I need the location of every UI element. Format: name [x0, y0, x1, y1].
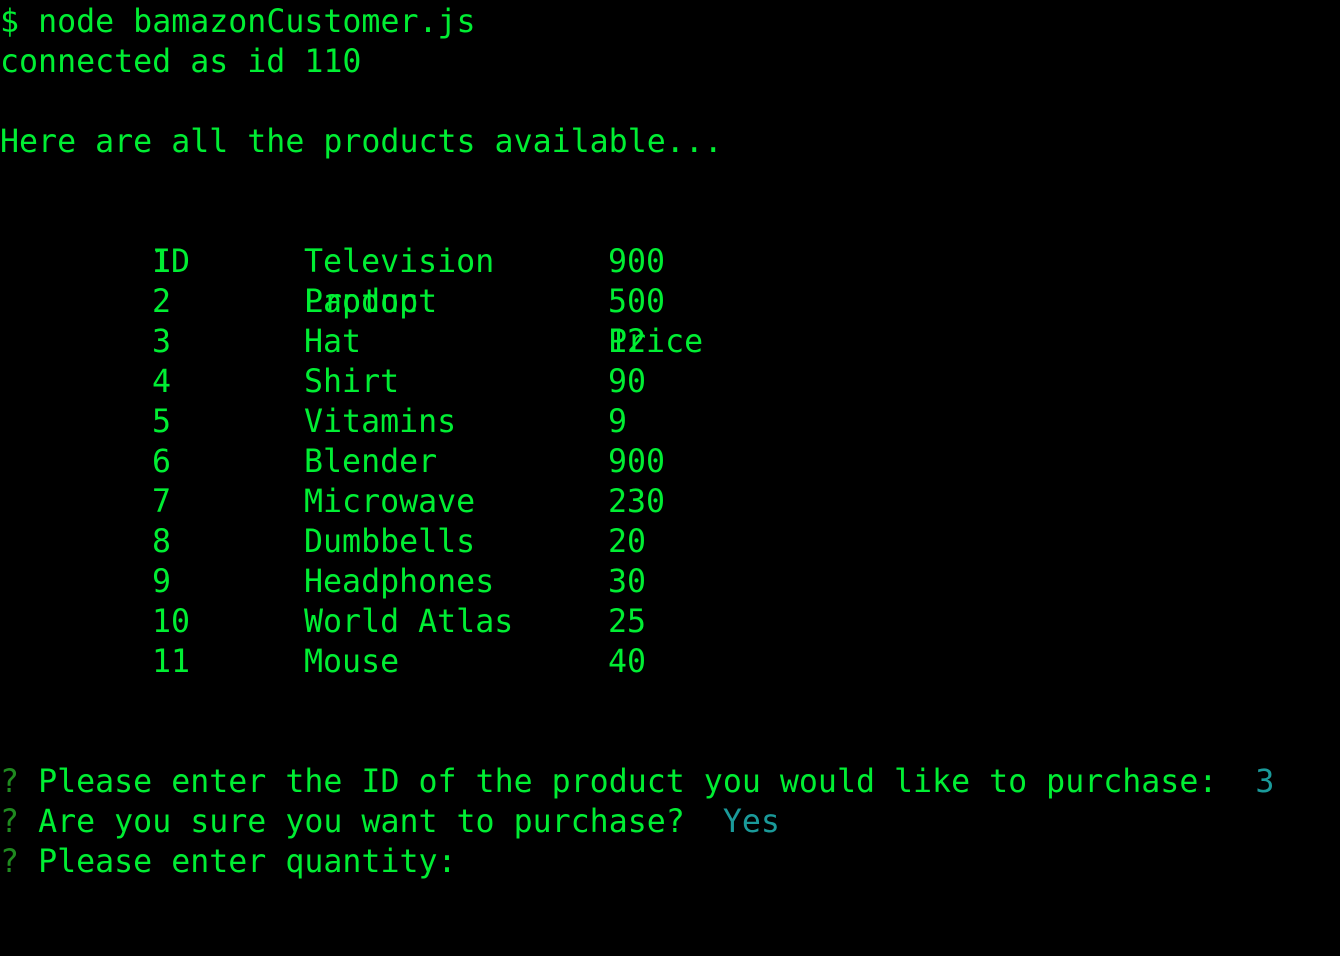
table-header-row: ID Product Price: [0, 202, 703, 360]
terminal-window[interactable]: $ node bamazonCustomer.js connected as i…: [0, 0, 1340, 956]
cell-price: 25: [608, 604, 647, 640]
cell-price: 500: [608, 284, 666, 320]
prompt-question: Please enter quantity:: [38, 844, 457, 880]
cell-id: 4: [152, 364, 172, 400]
cell-product: Hat: [304, 324, 362, 360]
cell-price: 900: [608, 244, 666, 280]
cell-product: Microwave: [304, 484, 476, 520]
cell-id: 10: [152, 604, 191, 640]
cell-price: 30: [608, 564, 647, 600]
cell-price: 90: [608, 364, 647, 400]
cell-product: Television: [304, 244, 495, 280]
cell-price: 900: [608, 444, 666, 480]
cell-id: 7: [152, 484, 172, 520]
prompt-symbol: $: [0, 4, 20, 40]
prompt-question: Are you sure you want to purchase?: [38, 804, 685, 840]
cell-product: World Atlas: [304, 604, 514, 640]
prompt-line-id: ? Please enter the ID of the product you…: [0, 762, 1274, 802]
prompt-answer: 3: [1255, 764, 1275, 800]
question-marker: ?: [0, 764, 20, 800]
cell-price: 12: [608, 324, 647, 360]
command-line: $ node bamazonCustomer.js: [0, 2, 476, 42]
prompt-line-quantity[interactable]: ? Please enter quantity:: [0, 842, 476, 882]
cell-product: Shirt: [304, 364, 400, 400]
cell-product: Blender: [304, 444, 438, 480]
cell-price: 20: [608, 524, 647, 560]
products-table: ID Product Price 1 Television 900 2 Laptop 50…: [0, 244, 1340, 680]
cell-product: Laptop: [304, 284, 419, 320]
prompt-question: Please enter the ID of the product you w…: [38, 764, 1218, 800]
connection-line: connected as id 110: [0, 44, 362, 80]
cell-id: 1: [152, 244, 172, 280]
cell-id: 11: [152, 644, 191, 680]
cell-id: 3: [152, 324, 172, 360]
cell-id: 5: [152, 404, 172, 440]
command-text: node bamazonCustomer.js: [38, 4, 476, 40]
cell-price: 9: [608, 404, 628, 440]
cell-product: Dumbbells: [304, 524, 476, 560]
cell-id: 8: [152, 524, 172, 560]
question-marker: ?: [0, 844, 20, 880]
cell-id: 6: [152, 444, 172, 480]
cell-product: Mouse: [304, 644, 400, 680]
cell-price: 230: [608, 484, 666, 520]
cell-product: Headphones: [304, 564, 495, 600]
question-marker: ?: [0, 804, 20, 840]
cell-product: Vitamins: [304, 404, 457, 440]
cell-id: 2: [152, 284, 172, 320]
intro-line: Here are all the products available...: [0, 124, 723, 160]
prompt-answer: Yes: [722, 804, 780, 840]
prompt-line-confirm: ? Are you sure you want to purchase? Yes: [0, 802, 780, 842]
cell-price: 40: [608, 644, 647, 680]
cell-id: 9: [152, 564, 172, 600]
